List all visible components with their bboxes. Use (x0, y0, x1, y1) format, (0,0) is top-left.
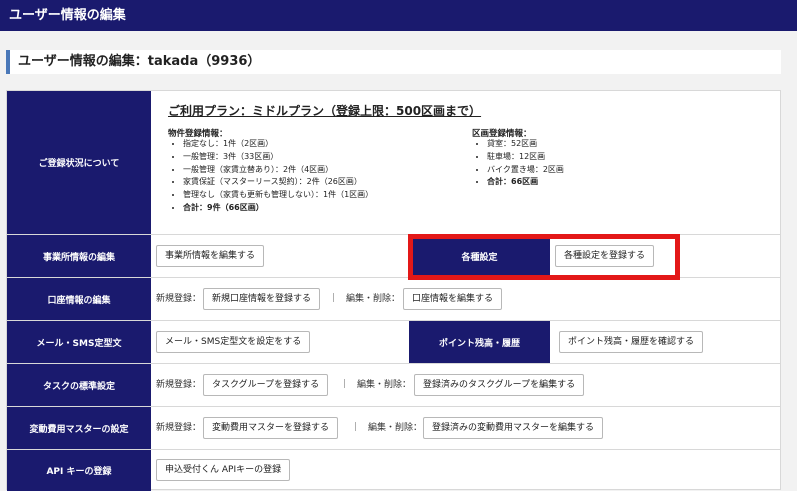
register-task-group-button[interactable]: タスクグループを登録する (203, 374, 329, 396)
list-item: 家賃保証（マスターリース契約）：2件（26区画） (183, 176, 373, 189)
cost-row: 変動費用マスターの設定 新規登録： 変動費用マスターを登録する ｜ 編集・削除：… (7, 407, 780, 450)
new-register-text: 新規登録： (156, 380, 202, 390)
task-row: タスクの標準設定 新規登録： タスクグループを登録する ｜ 編集・削除： 登録済… (7, 364, 780, 407)
list-item: バイク置き場：2区画 (487, 164, 564, 177)
mail-template-button[interactable]: メール・SMS定型文を設定をする (156, 331, 311, 353)
register-cost-master-button[interactable]: 変動費用マスターを登録する (203, 417, 339, 439)
points-label: ポイント残高・履歴 (409, 321, 550, 363)
edit-cost-master-button[interactable]: 登録済みの変動費用マスターを編集する (423, 417, 604, 439)
mail-row: メール・SMS定型文 メール・SMS定型文を設定をする ポイント残高・履歴 ポイ… (7, 321, 780, 364)
register-account-button[interactable]: 新規口座情報を登録する (203, 288, 321, 310)
new-register-text: 新規登録： (156, 423, 202, 433)
plan-title: ご利用プラン：ミドルプラン（登録上限：500区画まで） (168, 104, 482, 118)
api-label: API キーの登録 (7, 450, 151, 491)
page-title: ユーザー情報の編集：takada（9936） (6, 50, 781, 74)
edit-account-button[interactable]: 口座情報を編集する (403, 288, 503, 310)
mail-label: メール・SMS定型文 (7, 321, 151, 363)
new-register-text: 新規登録： (156, 294, 202, 304)
edit-task-group-button[interactable]: 登録済みのタスクグループを編集する (414, 374, 585, 396)
api-row: API キーの登録 申込受付くん APIキーの登録 (7, 450, 780, 491)
list-item: 一般管理（家賃立替あり）：2件（4区画） (183, 164, 373, 177)
property-list: 指定なし：1件（2区画） 一般管理：3件（33区画） 一般管理（家賃立替あり）：… (171, 138, 373, 215)
property-total: 合計：9件（66区画） (183, 202, 373, 215)
list-item: 貸室：52区画 (487, 138, 564, 151)
cost-label: 変動費用マスターの設定 (7, 407, 151, 449)
status-row: ご登録状況について ご利用プラン：ミドルプラン（登録上限：500区画まで） 物件… (7, 91, 780, 235)
list-item: 駐車場：12区画 (487, 151, 564, 164)
status-label: ご登録状況について (7, 91, 151, 234)
list-item: 管理なし（家賃も更新も管理しない）：1件（1区画） (183, 189, 373, 202)
highlight-box (408, 234, 680, 280)
list-item: 指定なし：1件（2区画） (183, 138, 373, 151)
page-topbar-title: ユーザー情報の編集 (0, 0, 797, 31)
status-cell: ご利用プラン：ミドルプラン（登録上限：500区画まで） 物件登録情報： 指定なし… (151, 91, 780, 234)
task-label: タスクの標準設定 (7, 364, 151, 406)
edit-delete-text: 編集・削除： (357, 380, 412, 390)
separator: ｜ (351, 423, 361, 433)
office-label: 事業所情報の編集 (7, 235, 151, 277)
edit-office-button[interactable]: 事業所情報を編集する (156, 245, 265, 267)
section-total: 合計：66区画 (487, 176, 564, 189)
separator: ｜ (329, 294, 339, 304)
points-history-button[interactable]: ポイント残高・履歴を確認する (559, 331, 704, 353)
user-info-panel: ご登録状況について ご利用プラン：ミドルプラン（登録上限：500区画まで） 物件… (6, 90, 781, 491)
account-label: 口座情報の編集 (7, 278, 151, 320)
account-row: 口座情報の編集 新規登録： 新規口座情報を登録する ｜ 編集・削除： 口座情報を… (7, 278, 780, 321)
register-api-key-button[interactable]: 申込受付くん APIキーの登録 (156, 459, 291, 481)
separator: ｜ (340, 380, 350, 390)
section-list: 貸室：52区画 駐車場：12区画 バイク置き場：2区画 合計：66区画 (475, 138, 564, 189)
edit-delete-text: 編集・削除： (346, 294, 401, 304)
list-item: 一般管理：3件（33区画） (183, 151, 373, 164)
edit-delete-text: 編集・削除： (368, 423, 423, 433)
